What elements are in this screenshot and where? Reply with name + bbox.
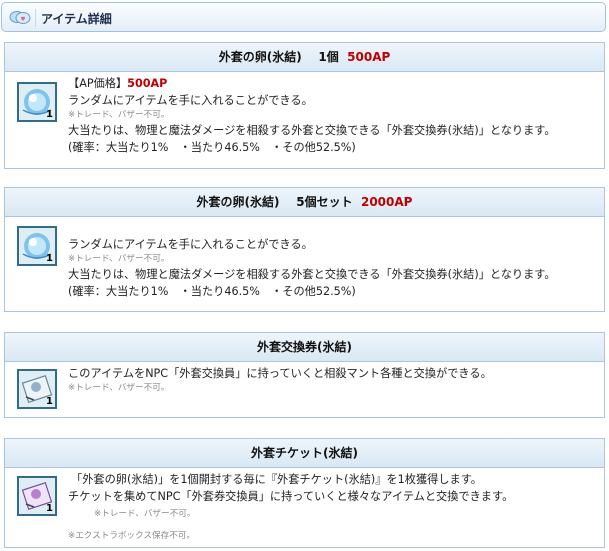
item-count: 1 [46,396,53,407]
header-divider [35,9,36,27]
item-description: ランダムにアイテムを手に入れることができる。 ※トレード、バザー不可。 大当たり… [68,236,556,300]
price-line: 【AP価格】500AP [68,75,556,92]
description-line: 大当たりは、物理と魔法ダメージを相殺する外套と交換できる「外套交換券(氷結)」と… [68,268,556,281]
price-label: 【AP価格】 [68,77,128,90]
item-card-cloak-ticket: 外套チケット(氷結) 1 「外套の卵(氷結)」を1個開封する毎に『外套チケット(… [4,438,605,548]
description-line: 大当たりは、物理と魔法ダメージを相殺する外套と交換できる「外套交換券(氷結)」と… [68,124,556,137]
trade-note: ※トレード、バザー不可。 [68,254,170,264]
item-title: 外套チケット(氷結) [5,439,604,468]
probability-line: (確率：大当たり1% ・当たり46.5% ・その他52.5%) [68,141,356,154]
page-header: アイテム詳細 [1,2,606,32]
item-title-qty: 1個 [318,50,339,64]
item-title-price: 500AP [347,50,391,64]
trade-note: ※トレード、バザー不可。 [68,110,170,120]
item-card-exchange-ticket: 外套交換券(氷結) 1 このアイテムをNPC「外套交換員」に持っていくと相殺マン… [4,332,605,418]
item-title: 外套の卵(氷結) 5個セット 2000AP [5,188,604,217]
item-title-name: 外套の卵(氷結) [218,50,302,64]
item-title-name: 外套の卵(氷結) [196,195,280,209]
trade-note: ※トレード、バザー不可。 [94,509,196,519]
page-title: アイテム詳細 [41,12,112,26]
description-line: ランダムにアイテムを手に入れることができる。 [68,238,313,251]
purple-scroll-ticket-icon[interactable]: 1 [17,476,57,516]
item-description: 「外套の卵(氷結)」を1個開封する毎に『外套チケット(氷結)』を1枚獲得します。… [68,471,513,523]
item-count: 1 [46,109,53,120]
scroll-ticket-icon[interactable]: 1 [17,369,57,409]
description-line: 「外套の卵(氷結)」を1個開封する毎に『外套チケット(氷結)』を1枚獲得します。 [71,473,482,486]
extra-box-note: ※エクストラボックス保存不可。 [68,531,195,541]
description-line: チケットを集めてNPC「外套券交換員」に持っていくと様々なアイテムと交換できます… [68,490,514,503]
description-line: ランダムにアイテムを手に入れることができる。 [68,94,313,107]
description-line: このアイテムをNPC「外套交換員」に持っていくと相殺マント各種と交換ができる。 [68,367,492,380]
item-title-qty: 5個セット [296,195,353,209]
item-card-egg-single: 外套の卵(氷結) 1個 500AP 1 【AP価格】500AP ランダムにアイテ… [4,42,605,169]
item-count: 1 [46,503,53,514]
price-value: 500AP [127,77,168,90]
item-description: 【AP価格】500AP ランダムにアイテムを手に入れることができる。 ※トレード… [68,75,556,156]
item-title-name: 外套チケット(氷結) [251,446,358,460]
ice-egg-icon[interactable]: 1 [17,82,57,122]
item-title-price: 2000AP [360,195,413,209]
item-card-egg-set: 外套の卵(氷結) 5個セット 2000AP 1 ランダムにアイテムを手に入れるこ… [4,187,605,312]
trade-note: ※トレード、バザー不可。 [68,383,170,393]
ice-egg-icon[interactable]: 1 [17,226,57,266]
item-title-name: 外套交換券(氷結) [257,340,352,354]
item-title: 外套交換券(氷結) [5,333,604,362]
item-description: このアイテムをNPC「外套交換員」に持っていくと相殺マント各種と交換ができる。 … [68,365,492,395]
item-count: 1 [46,253,53,264]
item-title: 外套の卵(氷結) 1個 500AP [5,43,604,72]
heart-speech-bubble-icon [9,11,31,24]
probability-line: (確率：大当たり1% ・当たり46.5% ・その他52.5%) [68,285,356,298]
